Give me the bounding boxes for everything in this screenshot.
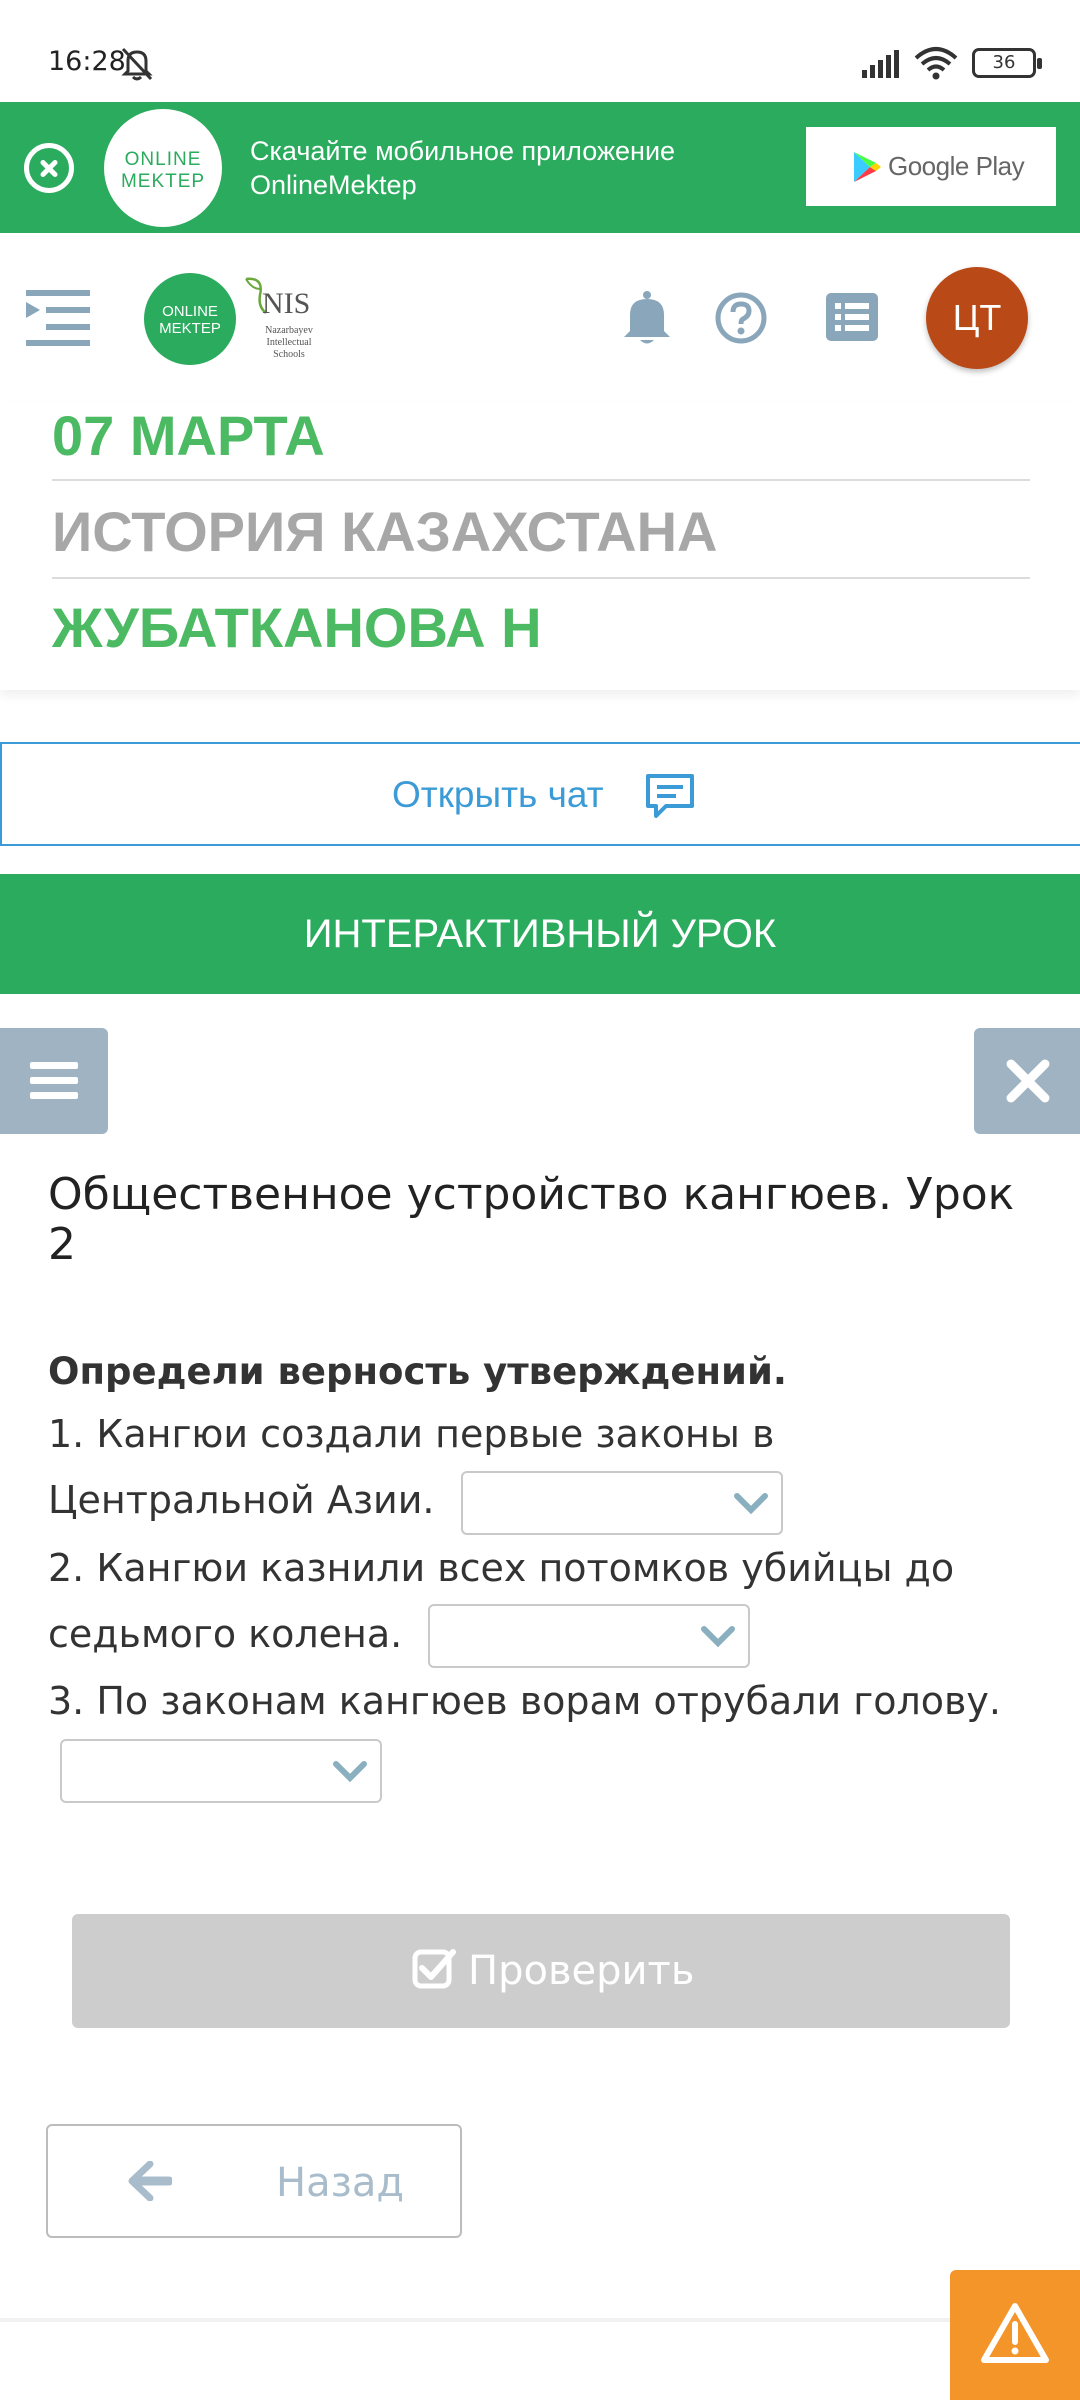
app-header: ONLINE MEKTEP NIS Nazarbayev Intellectua… (0, 233, 1080, 403)
battery-icon: 36 (972, 48, 1042, 78)
question-text: 3. По законам кангюев ворам отрубали гол… (48, 1679, 1001, 1723)
question-item: 2. Кангюи казнили всех потомков убийцы д… (48, 1535, 1048, 1668)
lesson-teacher: ЖУБАТКАНОВА Н (52, 596, 542, 659)
app-download-banner: ONLINE MEKTEP Скачайте мобильное приложе… (0, 102, 1080, 233)
divider (0, 2318, 1080, 2322)
google-play-label: Google Play (888, 151, 1025, 181)
google-play-button[interactable]: Google Play (806, 127, 1056, 206)
true-false-task: Определи верность утверждений. 1. Кангюи… (48, 1350, 1048, 1803)
answer-select[interactable] (428, 1604, 751, 1668)
bell-icon[interactable] (620, 289, 674, 347)
divider (52, 479, 1030, 481)
avatar[interactable]: ЦТ (926, 267, 1028, 369)
report-problem-button[interactable] (950, 2270, 1080, 2400)
open-chat-label: Открыть чат (392, 774, 604, 815)
question-item: 3. По законам кангюев ворам отрубали гол… (48, 1668, 1048, 1803)
banner-text: Скачайте мобильное приложение OnlineMekt… (250, 136, 676, 200)
chevron-down-icon (733, 1492, 768, 1514)
chat-icon (646, 774, 694, 818)
lesson-date: 07 МАРТА (52, 404, 325, 467)
back-label: Назад (276, 2160, 405, 2206)
google-play-icon (854, 152, 881, 182)
answer-select[interactable] (60, 1738, 382, 1803)
online-mektep-logo: ONLINE MEKTEP (104, 109, 222, 227)
check-button[interactable]: Проверить (72, 1914, 1010, 2028)
check-label: Проверить (468, 1948, 695, 1994)
muted-bell-icon (121, 47, 153, 81)
section-title: ИНТЕРАКТИВНЫЙ УРОК (0, 874, 1080, 994)
close-circle-icon[interactable] (24, 143, 74, 193)
lesson-subject: ИСТОРИЯ КАЗАХСТАНА (52, 500, 718, 563)
open-chat-button[interactable]: Открыть чат (0, 742, 1080, 846)
divider (52, 577, 1030, 579)
status-bar: 16:28 36 (0, 0, 1080, 102)
question-item: 1. Кангюи создали первые законы в Центра… (48, 1401, 1048, 1535)
answer-select[interactable] (460, 1470, 783, 1535)
wifi-icon (914, 47, 958, 80)
menu-expand-icon[interactable] (24, 288, 92, 348)
nis-logo: NIS Nazarbayev Intellectual Schools (242, 275, 328, 365)
checkbox-icon (412, 1949, 456, 1989)
close-lesson-button[interactable] (974, 1028, 1080, 1134)
close-icon (1006, 1059, 1050, 1103)
hamburger-icon (30, 1062, 78, 1099)
status-time: 16:28 (48, 46, 126, 77)
online-mektep-logo[interactable]: ONLINE MEKTEP (144, 273, 236, 365)
help-icon[interactable] (714, 291, 768, 345)
lesson-info-card: 07 МАРТА ИСТОРИЯ КАЗАХСТАНА ЖУБАТКАНОВА … (0, 403, 1080, 690)
task-instruction: Определи верность утверждений. (48, 1350, 787, 1393)
chevron-down-icon (701, 1626, 736, 1648)
chevron-down-icon (333, 1760, 367, 1782)
signal-icon (862, 50, 899, 78)
lesson-menu-button[interactable] (0, 1028, 108, 1134)
lesson-title: Общественное устройство кангюев. Урок 2 (48, 1169, 1015, 1270)
list-icon[interactable] (826, 293, 878, 341)
back-button[interactable]: Назад (46, 2124, 462, 2238)
warning-icon (981, 2303, 1049, 2363)
arrow-left-icon (128, 2161, 172, 2201)
